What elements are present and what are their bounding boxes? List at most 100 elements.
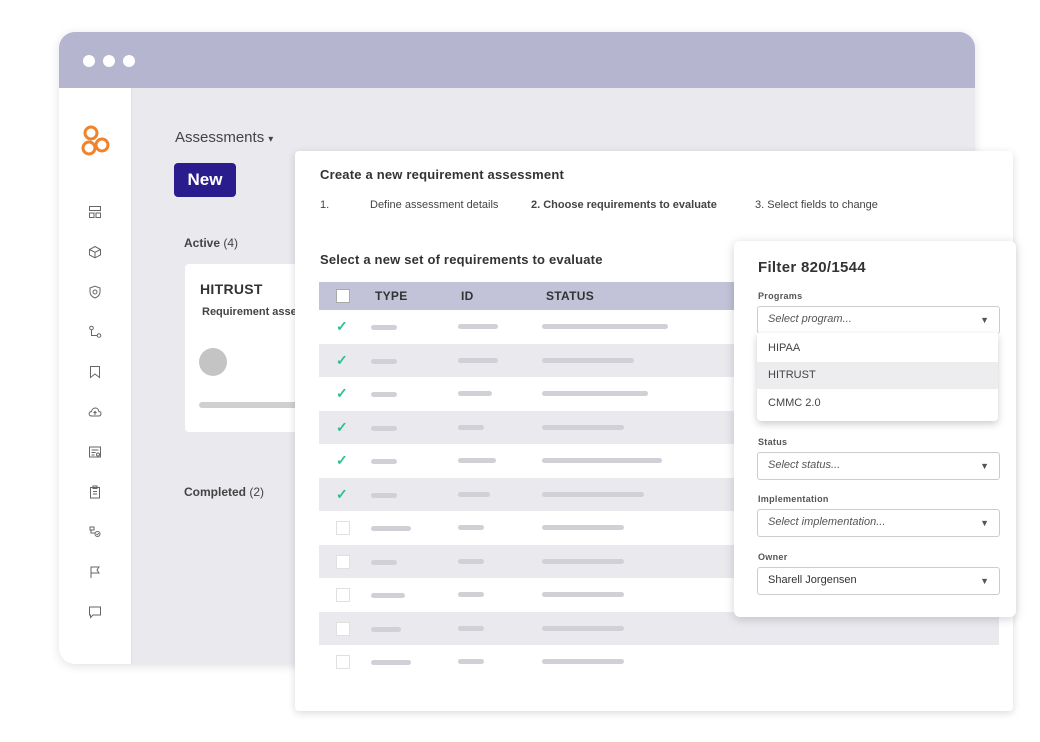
completed-count: (2): [249, 485, 265, 499]
clipboard-icon[interactable]: [88, 485, 102, 499]
column-header-type[interactable]: TYPE: [375, 289, 408, 303]
step-3-label[interactable]: 3. Select fields to change: [755, 199, 878, 211]
row-checkbox[interactable]: [336, 588, 350, 602]
program-option-hitrust[interactable]: HITRUST: [757, 362, 998, 389]
completed-label-text: Completed: [184, 485, 247, 499]
chevron-down-icon: ▼: [980, 518, 989, 528]
type-cell-placeholder: [371, 425, 397, 431]
chevron-down-icon: ▾: [268, 134, 274, 145]
status-placeholder: Select status...: [768, 459, 841, 471]
users-icon[interactable]: [88, 525, 102, 539]
shield-icon[interactable]: [88, 285, 102, 299]
row-checkbox-checked[interactable]: ✓: [336, 420, 350, 434]
window-titlebar: [59, 32, 975, 88]
column-header-status[interactable]: STATUS: [546, 289, 594, 303]
type-cell-placeholder: [371, 459, 397, 464]
step-2-label[interactable]: 2. Choose requirements to evaluate: [531, 199, 717, 211]
logo-icon[interactable]: [81, 125, 111, 159]
type-cell-placeholder: [371, 526, 411, 531]
row-checkbox-checked[interactable]: ✓: [336, 453, 350, 467]
step-1-number[interactable]: 1.: [320, 199, 329, 211]
status-cell-placeholder: [542, 625, 624, 631]
window-control-dot[interactable]: [123, 55, 135, 67]
report-icon[interactable]: [88, 445, 102, 459]
status-cell-placeholder: [542, 458, 662, 463]
box-icon[interactable]: [88, 245, 102, 259]
column-header-id[interactable]: ID: [461, 289, 474, 303]
table-row[interactable]: [319, 645, 999, 678]
row-checkbox[interactable]: [336, 655, 350, 669]
type-cell-placeholder: [371, 626, 401, 632]
status-cell-placeholder: [542, 491, 644, 497]
new-assessment-button[interactable]: New: [174, 163, 236, 197]
step-1-label[interactable]: Define assessment details: [370, 199, 498, 211]
type-cell-placeholder: [371, 358, 397, 364]
program-option-cmmc[interactable]: CMMC 2.0: [757, 390, 998, 417]
page-title-text: Assessments: [175, 129, 265, 146]
id-cell-placeholder: [458, 424, 484, 430]
flag-icon[interactable]: [88, 565, 102, 579]
status-cell-placeholder: [542, 558, 624, 564]
owner-label: Owner: [758, 552, 788, 562]
status-cell-placeholder: [542, 525, 624, 530]
card-title: HITRUST: [200, 281, 263, 297]
implementation-label: Implementation: [758, 494, 829, 504]
option-label: HITRUST: [768, 369, 816, 381]
page-title[interactable]: Assessments ▾: [175, 129, 273, 146]
id-cell-placeholder: [458, 625, 484, 631]
row-checkbox-checked[interactable]: ✓: [336, 353, 350, 367]
window-control-dot[interactable]: [83, 55, 95, 67]
programs-label: Programs: [758, 291, 803, 301]
sidebar: [59, 88, 132, 664]
type-cell-placeholder: [371, 660, 411, 665]
id-cell-placeholder: [458, 324, 498, 329]
status-cell-placeholder: [542, 357, 634, 363]
row-checkbox-checked[interactable]: ✓: [336, 386, 350, 400]
row-checkbox-checked[interactable]: ✓: [336, 487, 350, 501]
chevron-down-icon: ▼: [980, 315, 989, 325]
active-label-text: Active: [184, 236, 221, 250]
type-cell-placeholder: [371, 492, 397, 498]
active-section-label: Active (4): [184, 236, 238, 250]
implementation-placeholder: Select implementation...: [768, 516, 886, 528]
programs-select[interactable]: Select program... ▼: [757, 306, 1000, 334]
status-label: Status: [758, 437, 788, 447]
program-option-hipaa[interactable]: HIPAA: [757, 335, 998, 362]
status-cell-placeholder: [542, 424, 624, 430]
programs-placeholder: Select program...: [768, 313, 852, 325]
id-cell-placeholder: [458, 659, 484, 664]
type-cell-placeholder: [371, 559, 397, 565]
id-cell-placeholder: [458, 558, 484, 564]
status-select[interactable]: Select status... ▼: [757, 452, 1000, 480]
window-control-dot[interactable]: [103, 55, 115, 67]
owner-select[interactable]: Sharell Jorgensen ▼: [757, 567, 1000, 595]
row-checkbox[interactable]: [336, 554, 350, 569]
type-cell-placeholder: [371, 593, 405, 598]
section-title: Select a new set of requirements to eval…: [320, 252, 603, 267]
row-checkbox[interactable]: [336, 621, 350, 636]
id-cell-placeholder: [458, 491, 490, 497]
chat-icon[interactable]: [88, 605, 102, 619]
chevron-down-icon: ▼: [980, 461, 989, 471]
programs-dropdown: HIPAA HITRUST CMMC 2.0: [757, 333, 998, 421]
active-count: (4): [223, 236, 239, 250]
row-checkbox[interactable]: [336, 521, 350, 535]
avatar: [199, 348, 227, 376]
status-cell-placeholder: [542, 324, 668, 329]
id-cell-placeholder: [458, 357, 498, 363]
select-all-checkbox[interactable]: [336, 289, 350, 303]
option-label: CMMC 2.0: [768, 397, 821, 409]
chevron-down-icon: ▼: [980, 576, 989, 586]
option-label: HIPAA: [768, 342, 801, 354]
bookmark-icon[interactable]: [88, 365, 102, 379]
id-cell-placeholder: [458, 458, 496, 463]
workflow-icon[interactable]: [88, 325, 102, 339]
implementation-select[interactable]: Select implementation... ▼: [757, 509, 1000, 537]
id-cell-placeholder: [458, 391, 492, 396]
cloud-upload-icon[interactable]: [88, 405, 102, 419]
dashboard-icon[interactable]: [88, 205, 102, 219]
row-checkbox-checked[interactable]: ✓: [336, 319, 350, 333]
id-cell-placeholder: [458, 525, 484, 530]
status-cell-placeholder: [542, 659, 624, 664]
completed-section-label: Completed (2): [184, 485, 264, 499]
